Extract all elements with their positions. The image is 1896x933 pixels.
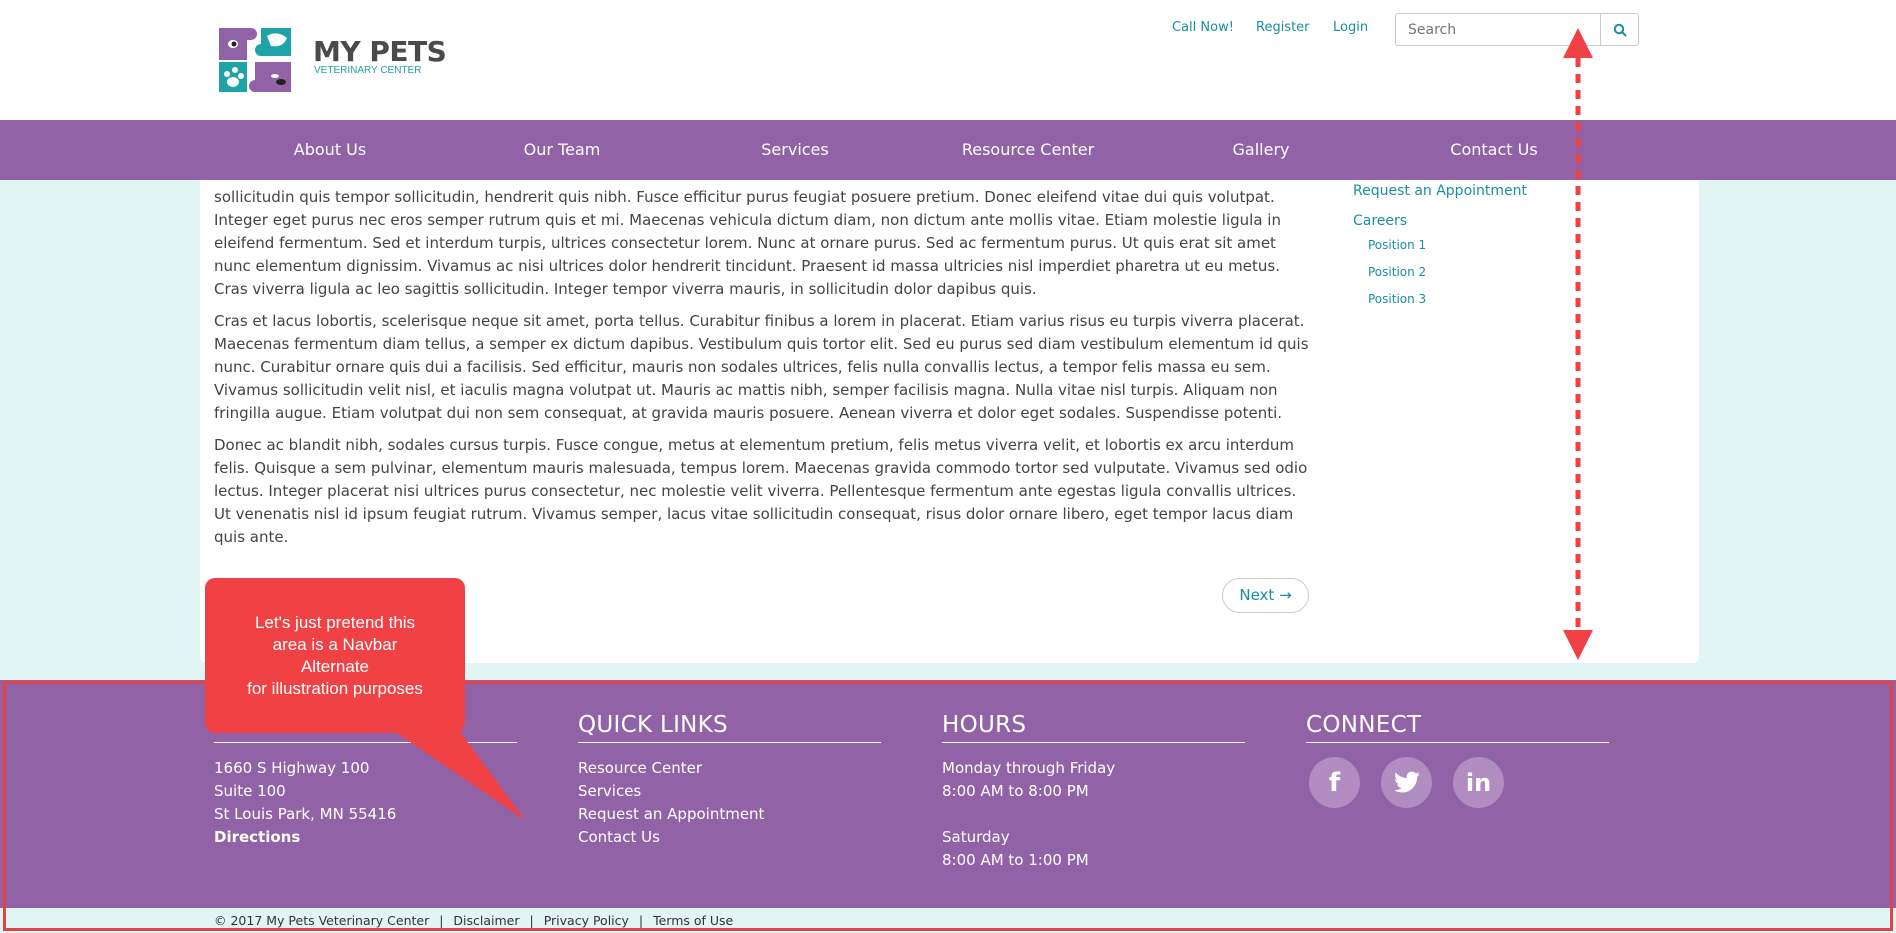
nav-item-services[interactable]: Services [761, 120, 828, 180]
brand-title[interactable]: MY PETS [313, 35, 447, 68]
next-button[interactable]: Next → [1222, 578, 1309, 613]
sidebar-item-position-2[interactable]: Position 2 [1368, 265, 1426, 279]
copyright-text: © 2017 My Pets Veterinary Center [214, 913, 430, 928]
search-icon [1613, 23, 1627, 37]
site-header: MY PETS VETERINARY CENTER Call Now! Regi… [0, 0, 1896, 120]
search-input[interactable] [1396, 14, 1602, 45]
disclaimer-link[interactable]: Disclaimer [453, 913, 519, 928]
nav-item-our-team[interactable]: Our Team [524, 120, 601, 180]
footer-link-resource-center[interactable]: Resource Center [578, 757, 881, 780]
footer-connect: CONNECT f in [1306, 712, 1609, 808]
footer-quick-links-heading: QUICK LINKS [578, 712, 881, 743]
footer-hours: HOURS Monday through Friday 8:00 AM to 8… [942, 712, 1245, 872]
address-line: St Louis Park, MN 55416 [214, 805, 397, 823]
facebook-icon: f [1328, 767, 1341, 798]
terms-of-use-link[interactable]: Terms of Use [653, 913, 733, 928]
footer-hours-heading: HOURS [942, 712, 1245, 743]
footer-connect-heading: CONNECT [1306, 712, 1609, 743]
separator: | [529, 913, 534, 928]
sidebar-item-position-3[interactable]: Position 3 [1368, 292, 1426, 306]
article-paragraph: Cras et lacus lobortis, scelerisque nequ… [214, 312, 1309, 422]
nav-item-about-us[interactable]: About Us [294, 120, 366, 180]
search-box [1395, 13, 1639, 46]
article-paragraph: Donec ac blandit nibh, sodales cursus tu… [214, 436, 1308, 546]
sidebar-item-careers[interactable]: Careers [1353, 213, 1407, 229]
hours-spacer [942, 803, 1245, 826]
separator: | [638, 913, 644, 928]
sidebar-item-request-appointment[interactable]: Request an Appointment [1353, 183, 1527, 199]
nav-item-contact-us[interactable]: Contact Us [1450, 120, 1537, 180]
brand-subtitle: VETERINARY CENTER [314, 65, 422, 76]
register-link[interactable]: Register [1256, 20, 1310, 35]
linkedin-icon: in [1465, 768, 1492, 797]
main-navbar: About Us Our Team Services Resource Cent… [0, 120, 1896, 180]
directions-link[interactable]: Directions [214, 826, 517, 849]
sidebar-item-position-1[interactable]: Position 1 [1368, 238, 1426, 252]
twitter-button[interactable] [1381, 757, 1432, 808]
footer-link-contact-us[interactable]: Contact Us [578, 826, 881, 849]
facebook-button[interactable]: f [1309, 757, 1360, 808]
social-links: f in [1309, 757, 1609, 808]
article-body: sollicitudin quis tempor sollicitudin, h… [214, 186, 1311, 558]
separator: | [439, 913, 444, 928]
search-button[interactable] [1600, 14, 1638, 45]
nav-item-gallery[interactable]: Gallery [1233, 120, 1290, 180]
hours-line: Saturday [942, 828, 1010, 846]
hours-line: 8:00 AM to 8:00 PM [942, 782, 1089, 800]
twitter-icon [1393, 771, 1420, 792]
call-now-link[interactable]: Call Now! [1172, 20, 1234, 35]
hours-line: 8:00 AM to 1:00 PM [942, 851, 1089, 869]
login-link[interactable]: Login [1333, 20, 1368, 35]
address-line: 1660 S Highway 100 [214, 759, 370, 777]
annotation-callout-text: Let's just pretend this area is a Navbar… [247, 613, 423, 698]
linkedin-button[interactable]: in [1453, 757, 1504, 808]
address-line: Suite 100 [214, 782, 286, 800]
hours-line: Monday through Friday [942, 759, 1116, 777]
privacy-policy-link[interactable]: Privacy Policy [544, 913, 629, 928]
footer-link-request-appointment[interactable]: Request an Appointment [578, 803, 881, 826]
nav-item-resource-center[interactable]: Resource Center [962, 120, 1094, 180]
footer-quick-links: QUICK LINKS Resource Center Services Req… [578, 712, 881, 849]
footer-link-services[interactable]: Services [578, 780, 881, 803]
footer-legal: © 2017 My Pets Veterinary Center | Discl… [214, 913, 733, 928]
article-paragraph: sollicitudin quis tempor sollicitudin, h… [214, 188, 1281, 298]
